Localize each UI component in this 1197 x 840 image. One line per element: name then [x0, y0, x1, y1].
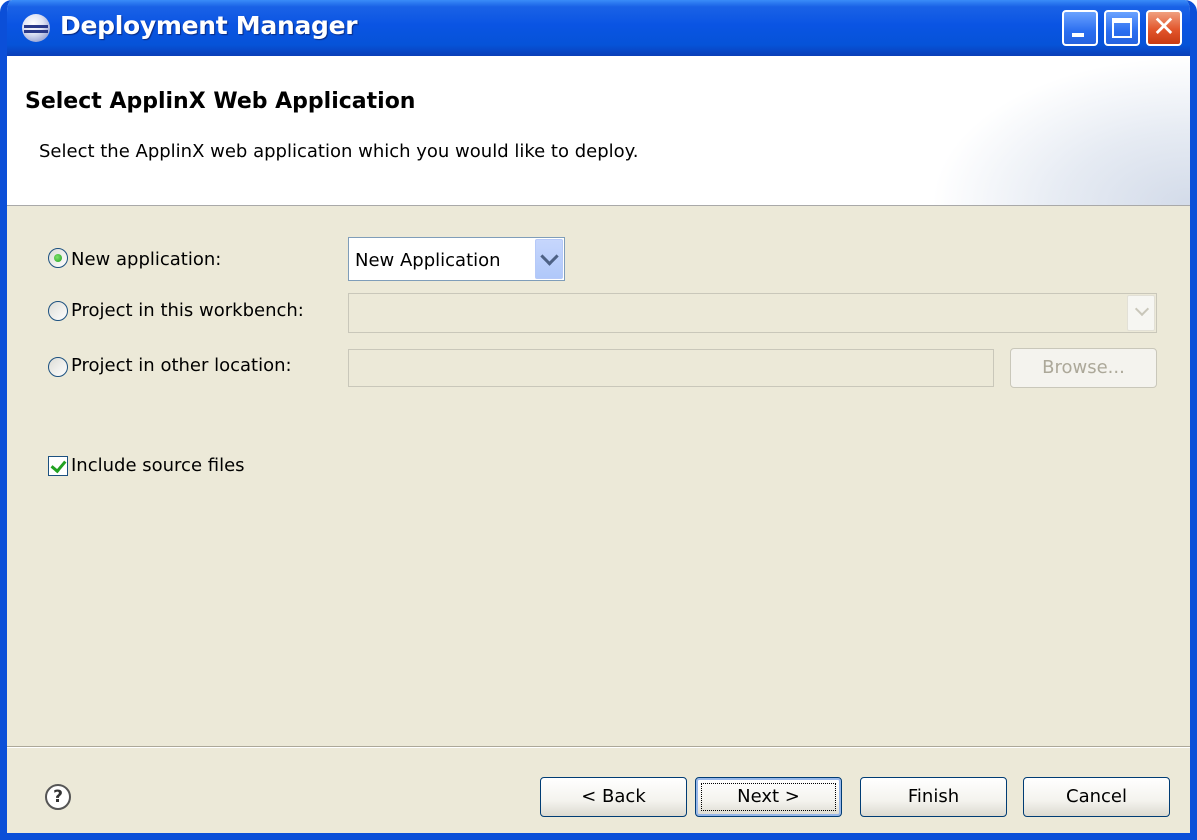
title-bar[interactable]: Deployment Manager ✕ — [7, 0, 1190, 56]
page-title: Select ApplinX Web Application — [25, 89, 416, 114]
new-application-dropdown-value: New Application — [355, 250, 501, 271]
maximize-icon — [1112, 18, 1132, 38]
header-decoration — [930, 56, 1190, 205]
dropdown-button[interactable] — [535, 239, 563, 279]
finish-button[interactable]: Finish — [860, 777, 1007, 817]
dropdown-button-disabled[interactable] — [1127, 295, 1155, 331]
project-location-field[interactable] — [348, 349, 994, 387]
project-workbench-dropdown[interactable] — [348, 293, 1157, 333]
next-button[interactable]: Next > — [695, 777, 842, 817]
cancel-button[interactable]: Cancel — [1023, 777, 1170, 817]
chevron-down-icon — [540, 247, 559, 266]
app-logo-icon — [22, 14, 50, 42]
back-button-label: < Back — [581, 786, 646, 807]
next-button-label: Next > — [737, 786, 800, 807]
maximize-button[interactable] — [1104, 10, 1140, 46]
window-title: Deployment Manager — [60, 11, 358, 40]
help-icon[interactable]: ? — [45, 784, 71, 810]
project-workbench-label: Project in this workbench: — [71, 300, 304, 321]
project-workbench-radio[interactable] — [48, 301, 68, 321]
project-other-radio[interactable] — [48, 357, 68, 377]
browse-button[interactable]: Browse... — [1010, 348, 1157, 388]
back-button[interactable]: < Back — [540, 777, 687, 817]
include-source-label: Include source files — [71, 455, 245, 476]
footer-separator — [7, 746, 1190, 748]
minimize-button[interactable] — [1062, 10, 1098, 46]
chevron-down-icon — [1134, 301, 1150, 317]
browse-button-label: Browse... — [1042, 357, 1125, 378]
cancel-button-label: Cancel — [1066, 786, 1127, 807]
new-application-label: New application: — [71, 249, 222, 270]
project-other-label: Project in other location: — [71, 355, 292, 376]
include-source-checkbox[interactable] — [48, 456, 68, 476]
new-application-radio[interactable] — [48, 248, 68, 268]
deployment-manager-window: Deployment Manager ✕ Select ApplinX Web … — [0, 0, 1197, 840]
minimize-icon — [1072, 33, 1084, 37]
finish-button-label: Finish — [907, 786, 960, 807]
close-button[interactable]: ✕ — [1146, 10, 1182, 46]
wizard-header: Select ApplinX Web Application Select th… — [7, 56, 1190, 206]
page-description: Select the ApplinX web application which… — [39, 141, 639, 162]
checkmark-icon — [50, 456, 67, 474]
close-icon: ✕ — [1152, 10, 1176, 43]
new-application-dropdown[interactable]: New Application — [348, 237, 565, 281]
